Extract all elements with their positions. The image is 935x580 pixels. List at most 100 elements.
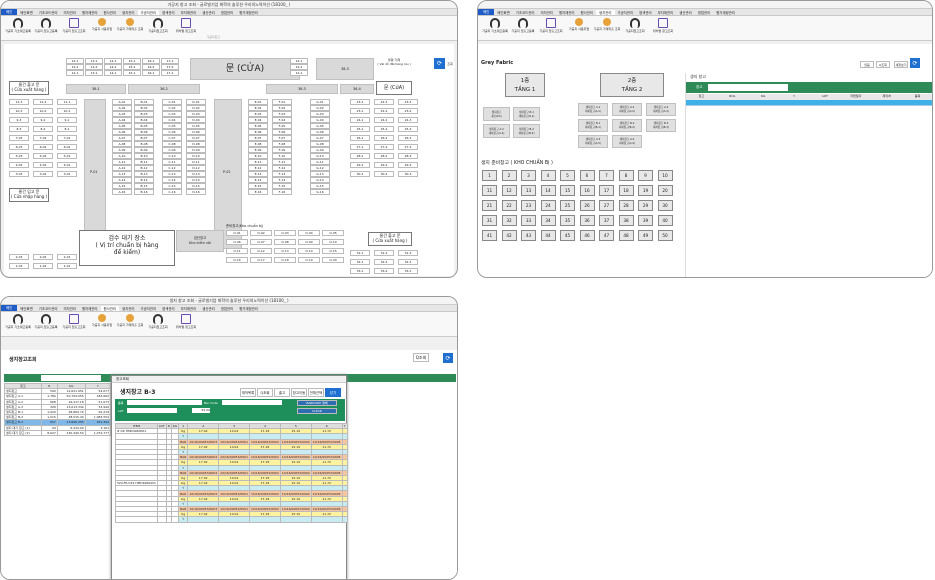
storage-cell[interactable]: 23-1 (350, 108, 370, 114)
popup-button[interactable]: Q조회 (257, 388, 273, 397)
bin-number[interactable]: 42 (501, 230, 517, 241)
bin-number[interactable]: 50 (657, 230, 673, 241)
warehouse-cell[interactable]: 생지창고 A-2 새치창고(A-2) (483, 124, 510, 138)
storage-cell[interactable]: 6-01 (57, 144, 77, 150)
menu-item[interactable]: 원사관리 (100, 305, 120, 311)
storage-cell[interactable]: 34-2 (374, 277, 394, 278)
menu-item[interactable]: 생지관리 (596, 9, 615, 15)
storage-cell[interactable]: 7-03 (9, 135, 29, 141)
storage-cell[interactable]: 9-3 (9, 117, 29, 123)
warehouse-cell[interactable]: 생지창고 B-1 새치창고(B-1) (578, 119, 608, 132)
menu-item[interactable]: 부자재관리 (178, 306, 200, 311)
storage-cell[interactable]: 3-03 (9, 171, 29, 177)
storage-cell[interactable]: 7-02 (33, 135, 53, 141)
storage-cell[interactable]: C-16 (162, 189, 182, 195)
ribbon-button[interactable]: 가공지 입출고등록 (32, 312, 60, 334)
ribbon-button[interactable]: 가공지 기초재고등록 (4, 312, 32, 334)
storage-cell[interactable]: 32-2 (374, 259, 394, 265)
storage-cell[interactable]: 34-3 (398, 277, 418, 278)
bin-number[interactable]: 18 (618, 185, 634, 196)
storage-cell[interactable]: 물건 입고 문 ( Cửa nhập hàng ) (9, 188, 49, 202)
table-row[interactable]: 생지 대기 창고 (2) 8,627 230,440.54 1,074,777 (4, 429, 112, 436)
bin-number[interactable]: 21 (482, 200, 497, 211)
refresh-button[interactable]: ⟳ (443, 353, 453, 363)
selected-row[interactable] (686, 100, 932, 106)
bin-number[interactable]: 38 (618, 215, 634, 226)
home-menu[interactable]: 메인 (478, 9, 495, 15)
storage-cell[interactable]: O-03 (274, 230, 296, 236)
ribbon-button[interactable]: 가공지 가재작출 조회 (593, 16, 621, 38)
bin-number[interactable]: 46 (579, 230, 595, 241)
storage-cell[interactable]: 33-1 (350, 268, 370, 274)
storage-cell[interactable]: 27-1 (350, 144, 370, 150)
menu-item[interactable]: 원가계정관리 (713, 10, 738, 15)
storage-cell[interactable]: 23-2 (398, 108, 418, 114)
barcode-button[interactable]: BARCODE 재배 (297, 400, 337, 406)
ribbon-button[interactable]: 가공지 입출고조회 (60, 16, 88, 38)
menu-item[interactable]: 메인화면 (17, 306, 35, 311)
storage-cell[interactable]: 33-3 (398, 268, 418, 274)
bin-number[interactable]: 33 (521, 215, 536, 226)
menu-item[interactable]: 원자재관리 (556, 10, 578, 15)
storage-cell[interactable]: 26-2 (374, 135, 394, 141)
menu-item[interactable]: 부자재관리 (655, 10, 677, 15)
bin-number[interactable]: 47 (599, 230, 614, 241)
floor-1[interactable]: 1층 TẦNG 1 (505, 73, 545, 97)
clear-button[interactable]: CLEAR (297, 408, 337, 414)
storage-cell[interactable]: 1-03 (9, 263, 29, 269)
storage-cell[interactable]: 36-2 (128, 84, 200, 94)
menu-item[interactable]: 염색관리 (159, 306, 177, 311)
storage-cell[interactable]: 8-2 (33, 126, 53, 132)
storage-cell[interactable]: 10-1 (57, 108, 77, 114)
lot-input[interactable] (127, 408, 177, 413)
search-button[interactable]: Q조회 (413, 353, 429, 362)
ribbon-button[interactable]: 가공지 입출고등록 (32, 16, 60, 38)
popup-button[interactable]: 전체선택 (308, 388, 324, 397)
bin-number[interactable]: 39 (638, 215, 653, 226)
storage-cell[interactable]: 5-01 (57, 153, 77, 159)
storage-cell[interactable]: 25-3 (398, 126, 418, 132)
storage-cell[interactable]: 5-03 (9, 153, 29, 159)
storage-cell[interactable]: 11-3 (9, 99, 29, 105)
storage-cell[interactable]: 불량 가재 ( Vải dỗ đãi hàng lưu ) (374, 58, 414, 80)
bin-number[interactable]: 44 (540, 230, 556, 241)
filter-input[interactable] (708, 84, 788, 91)
menu-item[interactable]: 기초코드관리 (513, 10, 538, 15)
menu-item[interactable]: 가공지관리 (138, 306, 160, 311)
storage-cell[interactable]: 24-3 (398, 117, 418, 123)
storage-cell[interactable]: O-13 (274, 248, 296, 254)
bin-number[interactable]: 3 (521, 170, 536, 181)
storage-cell[interactable]: 26-3 (398, 135, 418, 141)
search-button[interactable]: Q조회 (876, 61, 890, 68)
storage-cell[interactable]: 30-2 (374, 171, 394, 177)
bin-number[interactable]: 34 (540, 215, 556, 226)
ribbon-button[interactable]: 가공지 사용지업 (565, 16, 593, 38)
storage-cell[interactable]: 검단창고 Kho kiểm vải (176, 230, 224, 252)
menu-item[interactable]: 기초코드관리 (36, 306, 61, 311)
bin-number[interactable]: 14 (540, 185, 556, 196)
storage-cell[interactable]: O-08 (274, 239, 296, 245)
storage-cell[interactable]: 10-3 (9, 108, 29, 114)
storage-cell[interactable]: 36-4 (340, 84, 374, 94)
storage-cell[interactable]: O-18 (274, 257, 296, 263)
home-menu[interactable]: 메인 (1, 305, 18, 311)
storage-cell[interactable]: O-07 (250, 239, 272, 245)
storage-cell[interactable]: 1-02 (33, 263, 53, 269)
storage-cell[interactable]: 11-1 (57, 99, 77, 105)
menu-item[interactable]: 의자관리 (60, 306, 78, 311)
storage-cell[interactable]: 27-3 (398, 144, 418, 150)
storage-cell[interactable]: 8-3 (9, 126, 29, 132)
storage-cell[interactable]: 23-1 (350, 99, 370, 105)
bin-number[interactable]: 6 (579, 170, 595, 181)
bin-number[interactable]: 1 (482, 170, 497, 181)
item-input[interactable] (127, 400, 202, 405)
storage-cell[interactable]: 27-2 (374, 144, 394, 150)
storage-cell[interactable]: 물건 출고 문 ( Cửa xuất hàng ) (9, 81, 49, 95)
storage-cell[interactable]: 29-2 (374, 162, 394, 168)
bin-number[interactable]: 23 (521, 200, 536, 211)
barcode-input[interactable] (222, 400, 282, 405)
storage-cell[interactable]: A-16 (112, 189, 132, 195)
column-p01[interactable]: P-01 (84, 99, 106, 249)
menu-item[interactable]: 기초코드관리 (36, 10, 61, 15)
bin-number[interactable]: 19 (638, 185, 653, 196)
